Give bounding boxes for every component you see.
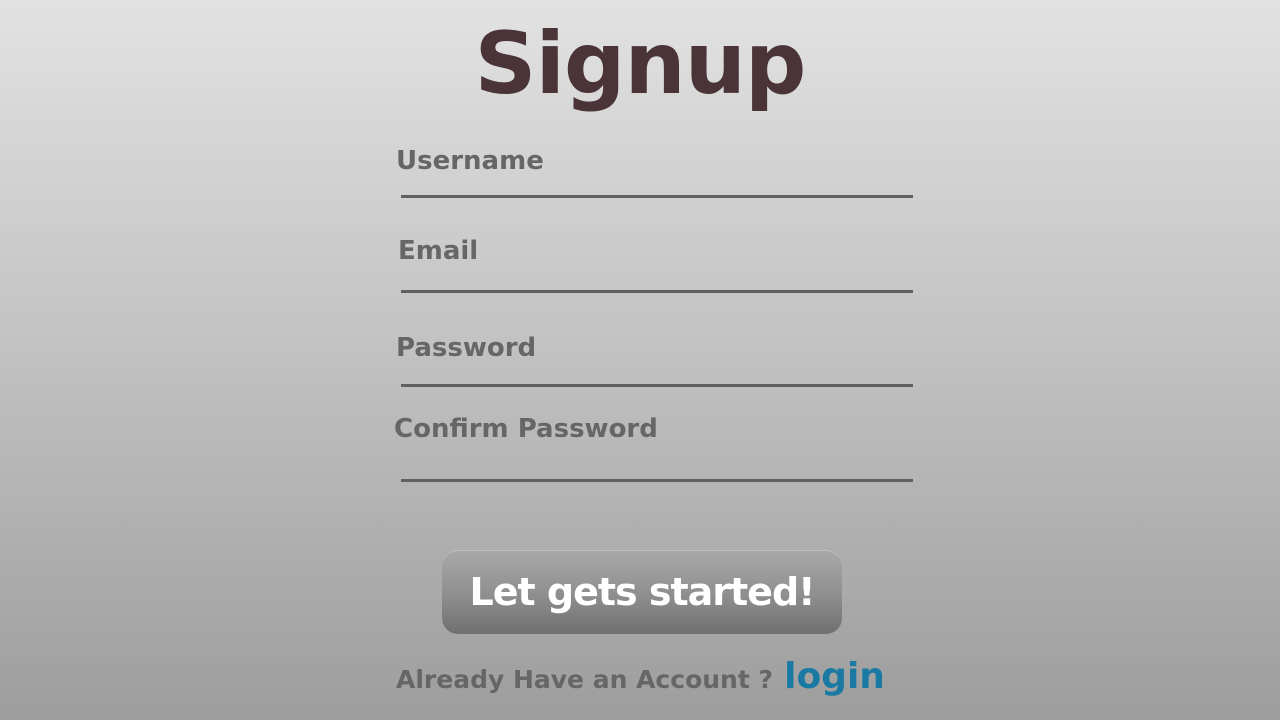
email-field: Email	[396, 236, 914, 296]
username-input[interactable]	[400, 162, 914, 196]
username-underline	[401, 195, 913, 198]
page-title: Signup	[474, 14, 807, 114]
login-prompt: Already Have an Account ? login	[396, 656, 885, 700]
password-field: Password	[396, 333, 914, 391]
username-field: Username	[396, 146, 914, 202]
email-input[interactable]	[400, 254, 914, 288]
password-input[interactable]	[400, 351, 914, 385]
email-underline	[401, 290, 913, 293]
login-link[interactable]: login	[784, 656, 885, 697]
login-prompt-text: Already Have an Account ?	[396, 665, 774, 694]
confirm-password-field: Confirm Password	[394, 414, 914, 486]
password-underline	[401, 384, 913, 387]
confirm-password-input[interactable]	[400, 444, 914, 478]
signup-submit-button[interactable]: Let gets started!	[442, 550, 842, 634]
confirm-password-underline	[401, 479, 913, 482]
confirm-password-label: Confirm Password	[394, 414, 658, 444]
